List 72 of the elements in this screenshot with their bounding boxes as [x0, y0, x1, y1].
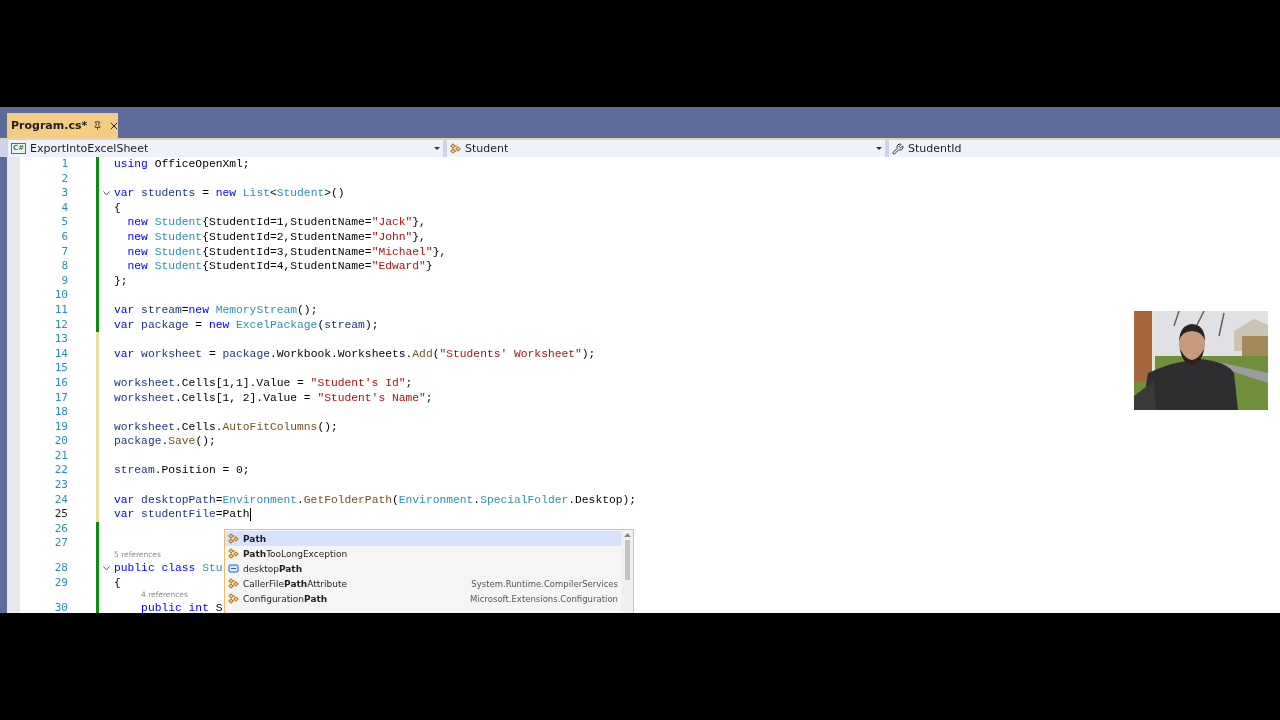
pin-icon[interactable]: [93, 121, 103, 130]
class-icon: [228, 593, 239, 604]
code-line: };: [114, 273, 128, 289]
line-number: 5: [60, 215, 68, 230]
line-number: 30: [53, 601, 68, 613]
code-line: worksheet.Cells[1,1].Value = "Student's Id";: [114, 375, 413, 391]
caret-icon: [876, 147, 882, 150]
code-line: package.Save();: [114, 434, 216, 449]
code-line: new Student{StudentId=4,StudentName="Edward"}: [126, 259, 433, 274]
line-number: 6: [60, 229, 68, 245]
completion-item[interactable]: ConfigurationPath Microsoft.Extensions.Configuration: [225, 591, 621, 606]
code-line: var worksheet = package.Workbook.Worksheets.Add("Students' Worksheet");: [114, 346, 596, 362]
scroll-up-icon[interactable]: [623, 533, 631, 537]
navigation-dropdown[interactable]: StudentId: [889, 140, 1280, 157]
completion-item[interactable]: CallerFilePathAttribute System.Runtime.CompilerServices: [225, 576, 621, 591]
code-line: worksheet.Cells[1, 2].Value = "Student's Name";: [114, 390, 433, 406]
line-number: 16: [53, 375, 68, 391]
code-line: new Student{StudentId=1,StudentName="Jack"},: [126, 215, 426, 230]
code-line: using OfficeOpenXml;: [114, 157, 250, 172]
completion-item[interactable]: Path: [225, 531, 621, 546]
line-number: 18: [53, 405, 68, 420]
code-line: {: [114, 576, 121, 591]
code-line: var students = new List<Student>(): [114, 186, 345, 201]
completion-item[interactable]: PathTooLongException: [225, 546, 621, 561]
collapse-icon[interactable]: [103, 191, 110, 196]
line-number: 12: [53, 317, 68, 333]
line-number: 8: [60, 259, 68, 274]
completion-item[interactable]: desktopPath: [225, 561, 621, 576]
line-number: 24: [53, 492, 68, 508]
variable-icon: [228, 563, 239, 574]
line-number: 3: [60, 186, 68, 201]
code-line: var stream=new MemoryStream();: [114, 302, 318, 318]
code-line: var desktopPath=Environment.GetFolderPath(Environment.SpecialFolder.Desktop);: [114, 492, 637, 508]
line-number: 23: [53, 478, 68, 493]
line-number: 19: [53, 419, 68, 435]
class-icon: [228, 533, 239, 544]
code-line: var studentFile=Path: [114, 507, 250, 522]
line-number: 20: [53, 434, 68, 449]
line-number: 27: [53, 536, 68, 552]
wrench-icon: [892, 142, 904, 155]
collapse-icon[interactable]: [103, 566, 110, 572]
line-number: 28: [53, 561, 68, 576]
line-number: 13: [53, 332, 68, 347]
line-number: 21: [53, 448, 68, 464]
line-number: 2: [60, 171, 68, 187]
navigation-dropdown[interactable]: Student: [447, 140, 885, 157]
code-line: worksheet.Cells.AutoFitColumns();: [114, 419, 338, 435]
line-number: 22: [53, 463, 68, 479]
class-icon: [450, 143, 461, 154]
line-number: 29: [53, 576, 68, 591]
line-number: 17: [53, 390, 68, 406]
line-number: 10: [53, 288, 68, 303]
code-line: new Student{StudentId=2,StudentName="John"},: [126, 229, 426, 245]
line-number: 25: [53, 507, 68, 522]
code-line: new Student{StudentId=3,StudentName="Michael"},: [126, 244, 447, 260]
code-line: {: [114, 200, 121, 216]
code-line: public class Stu: [114, 561, 223, 576]
caret-icon: [434, 147, 440, 150]
code-line: public int S: [140, 601, 223, 613]
line-number: 26: [53, 521, 68, 537]
line-number: 9: [60, 273, 68, 289]
line-number: 7: [60, 244, 68, 260]
code-line: var package = new ExcelPackage(stream);: [114, 317, 379, 333]
line-number: 4: [60, 200, 68, 216]
code-line: stream.Position = 0;: [114, 463, 250, 479]
line-number: 14: [53, 346, 68, 362]
line-number: 15: [53, 361, 68, 376]
file-tab[interactable]: Program.cs*: [7, 113, 118, 138]
line-number: 11: [53, 302, 68, 318]
class-icon: [228, 548, 239, 559]
line-number: 1: [60, 157, 68, 172]
class-icon: [228, 578, 239, 589]
